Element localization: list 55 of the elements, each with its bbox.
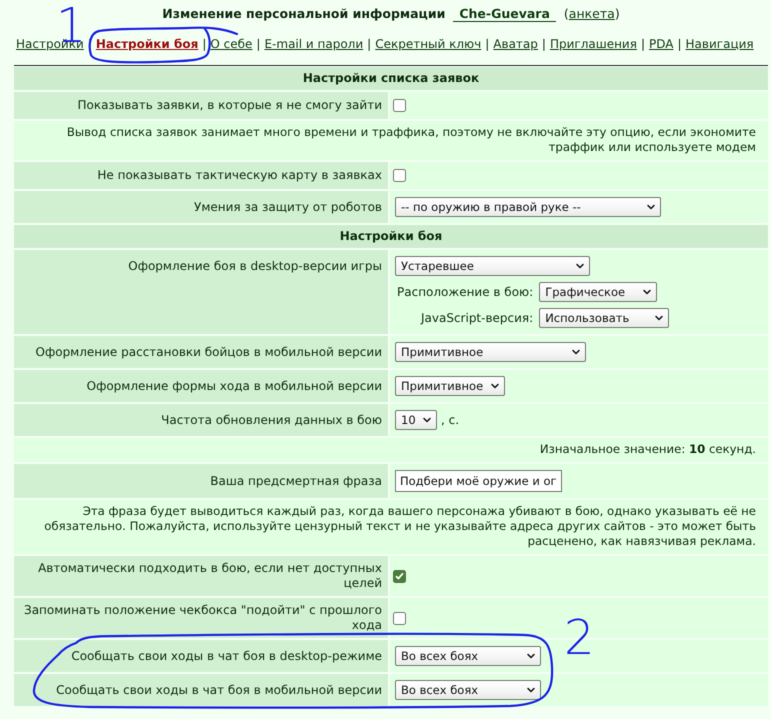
checkbox[interactable]: [393, 612, 406, 624]
annotation-number: 2: [564, 614, 595, 662]
separator: |: [202, 36, 206, 53]
profile-reference: (анкета): [564, 5, 620, 23]
dropdown[interactable]: 10: [395, 410, 437, 430]
nav-link[interactable]: О себе: [210, 37, 252, 51]
nav-link[interactable]: Настройки боя: [96, 37, 198, 51]
nav-link[interactable]: Секретный ключ: [375, 37, 482, 51]
note-text: Вывод списка заявок занимает много времени и траффика, поэтому не включайте эту опцию, если экономите траффик или используете модем: [66, 125, 756, 154]
separator: |: [367, 36, 372, 53]
unit-label: , с.: [441, 413, 460, 427]
checkbox[interactable]: [393, 570, 406, 582]
dropdown[interactable]: Использовать: [539, 308, 670, 328]
note-text: Изначальное значение: 10 секунд.: [540, 442, 756, 456]
setting-label: Сообщать свои ходы в чат боя в desktop-режиме: [71, 648, 382, 664]
setting-label: Частота обновления данных в бою: [161, 412, 382, 428]
separator: |: [677, 36, 682, 53]
section-title: Настройки боя: [340, 229, 442, 243]
setting-label: Оформление боя в desktop-версии игры: [128, 259, 382, 274]
dropdown[interactable]: Примитивное: [395, 376, 505, 396]
setting-label: Оформление формы хода в мобильной версии: [86, 378, 382, 394]
nav-link[interactable]: Навигация: [686, 37, 754, 51]
section-title: Настройки списка заявок: [302, 71, 480, 85]
setting-label: Автоматически подходить в бою, если нет доступных целей: [37, 561, 382, 591]
setting-label: Не показывать тактическую карту в заявках: [97, 168, 382, 183]
input-field[interactable]: Подбери моё оружие и ог: [395, 470, 562, 492]
user-link[interactable]: Che-Guevara: [453, 6, 556, 22]
separator: |: [542, 36, 546, 53]
separator: |: [256, 36, 260, 53]
setting-label: Оформление расстановки бойцов в мобильной версии: [36, 344, 382, 360]
dropdown[interactable]: Графическое: [539, 282, 658, 302]
field-label: JavaScript-версия:: [420, 311, 534, 325]
checkbox[interactable]: [393, 99, 406, 112]
setting-label: Ваша предсмертная фраза: [210, 474, 382, 488]
checkbox[interactable]: [393, 169, 406, 182]
dropdown[interactable]: -- по оружию в правой руке --: [395, 197, 661, 217]
setting-label: Показывать заявки, в которые я не смогу зайти: [77, 98, 382, 113]
dropdown[interactable]: Во всех боях: [395, 680, 541, 700]
separator: |: [640, 36, 645, 53]
dropdown[interactable]: Во всех боях: [395, 646, 541, 666]
dropdown[interactable]: Примитивное: [395, 342, 586, 362]
nav-link[interactable]: Аватар: [493, 37, 538, 51]
setting-label: Запоминать положение чекбокса "подойти" с прошлого хода: [23, 603, 382, 633]
note-text: Эта фраза будет выводиться каждый раз, когда вашего персонажа убивают в бою, однако указывать её не обязательно. Пожалуйста, используйте цензурный текст и не указывайте адреса других сайтов - это может быть расценено, как навязчивая реклама.: [44, 504, 756, 548]
profile-link[interactable]: анкета: [568, 6, 615, 21]
setting-label: Сообщать свои ходы в чат боя в мобильной версии: [56, 682, 382, 698]
nav-link[interactable]: Приглашения: [550, 37, 637, 51]
separator: |: [485, 36, 490, 53]
checkmark-icon: [395, 572, 404, 580]
nav-link[interactable]: PDA: [649, 37, 674, 51]
page-title: Изменение персональной информации: [162, 5, 446, 23]
field-label: Расположение в бою:: [397, 285, 534, 299]
nav-link[interactable]: E-mail и пароли: [264, 37, 364, 51]
setting-label: Умения за защиту от роботов: [194, 200, 382, 214]
dropdown[interactable]: Устаревшее: [395, 256, 590, 276]
